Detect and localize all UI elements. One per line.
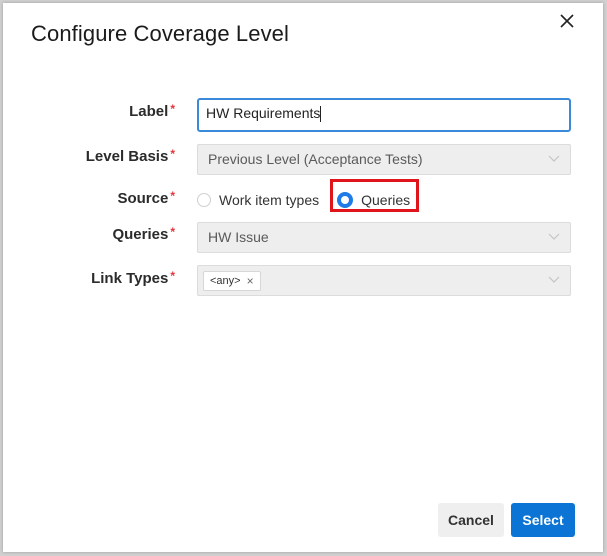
chevron-down-icon: [548, 276, 560, 283]
queries-select[interactable]: HW Issue: [197, 222, 571, 253]
radio-work-item-types[interactable]: Work item types: [197, 192, 319, 208]
text-caret: [320, 106, 322, 123]
cancel-button[interactable]: Cancel: [438, 503, 504, 537]
link-types-label: Link Types: [91, 270, 169, 287]
level-basis-label: Level Basis: [85, 148, 169, 165]
link-type-tag: <any> ×: [203, 271, 261, 291]
required-mark: *: [170, 102, 175, 116]
source-label: Source: [117, 190, 169, 207]
radio-label: Work item types: [219, 192, 320, 208]
required-mark: *: [170, 189, 175, 203]
select-button[interactable]: Select: [511, 503, 575, 537]
configure-coverage-level-dialog: Configure Coverage Level Label * HW Requi…: [3, 3, 603, 552]
highlight-box: [330, 179, 419, 212]
tag-label: <any>: [210, 275, 241, 287]
link-types-row: Link Types * <any> ×: [3, 265, 603, 299]
queries-row: Queries * HW Issue: [3, 222, 603, 256]
label-input-value: HW Requirements: [206, 105, 321, 121]
queries-value: HW Issue: [208, 229, 269, 245]
tag-remove-icon[interactable]: ×: [247, 272, 254, 290]
queries-label: Queries: [112, 226, 169, 243]
label-input[interactable]: HW Requirements: [197, 98, 571, 132]
dialog-title: Configure Coverage Level: [31, 21, 289, 46]
link-types-select[interactable]: <any> ×: [197, 265, 571, 296]
chevron-down-icon: [548, 155, 560, 162]
close-icon: [560, 14, 574, 28]
radio-unchecked-icon: [197, 193, 211, 207]
label-row: Label * HW Requirements: [3, 98, 603, 134]
level-basis-row: Level Basis * Previous Level (Acceptance …: [3, 144, 603, 178]
label-field-label: Label: [129, 103, 169, 120]
close-button[interactable]: [555, 9, 579, 33]
chevron-down-icon: [548, 233, 560, 240]
source-row: Source * Work item types Queries: [3, 179, 603, 222]
level-basis-select[interactable]: Previous Level (Acceptance Tests): [197, 144, 571, 175]
required-mark: *: [170, 147, 175, 161]
required-mark: *: [170, 269, 175, 283]
level-basis-value: Previous Level (Acceptance Tests): [208, 151, 423, 167]
required-mark: *: [170, 225, 175, 239]
